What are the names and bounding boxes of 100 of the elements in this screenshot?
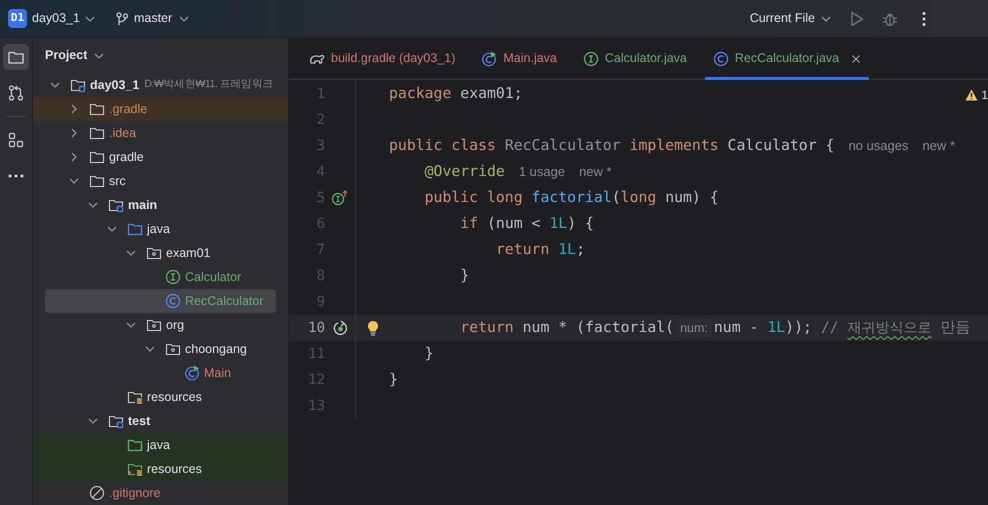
code-token: } [459,266,470,286]
tree-item[interactable]: .idea [45,121,276,145]
code-token: exam01; [460,84,523,104]
tree-item[interactable]: resources [45,385,276,409]
project-view-selector[interactable]: Project [33,38,106,73]
branch-selector[interactable]: master [116,9,190,28]
file-name: test [128,412,150,430]
file-name: main [128,196,158,214]
file-name: choongang [185,340,247,358]
structure-icon[interactable] [7,131,25,149]
file-name: gradle [109,148,144,166]
tool-window-button[interactable] [3,44,29,70]
debug-icon[interactable] [882,10,898,26]
source-folder-icon [127,221,143,237]
file-name: RecCalculator [185,292,264,310]
tree-item[interactable]: main [45,193,276,217]
main-class-icon [481,50,498,66]
module-folder-icon [108,413,124,429]
main-class-icon [184,365,200,381]
editor-tab[interactable]: build.gradle (day03_1) [301,38,464,79]
warning-indicator[interactable]: 1 [965,86,988,104]
lightbulb-icon[interactable] [366,320,378,336]
tree-item[interactable]: src [45,169,276,193]
tree-item[interactable]: day03_1 D:₩박세현₩11. 프레임워크 [45,73,288,97]
code-token: // [820,318,840,338]
project-path: D:₩박세현₩11. 프레임워크 [144,77,274,92]
code-token: (num < [487,214,542,234]
test-resources-folder-icon [127,461,143,477]
code-token: )); [785,318,813,338]
warning-icon [965,89,978,101]
file-name: Main [204,364,232,382]
parameter-hint: num: [676,318,712,338]
package-folder-icon [146,317,162,333]
code-token: Calculator { [728,136,834,156]
tree-item[interactable]: exam01 [45,241,276,265]
code-token: ( [612,188,621,208]
resources-folder-icon [127,389,143,405]
package-folder-icon [165,341,181,357]
file-name: .idea [109,124,136,142]
more-icon[interactable] [922,10,926,26]
code-token: return [459,318,515,338]
tree-item[interactable]: Calculator [45,265,276,289]
editor-tab[interactable]: RecCalculator.java [704,38,870,79]
file-name: java [147,436,170,454]
code-token: implements [630,136,720,156]
commit-icon[interactable] [7,84,25,102]
file-name: java [147,220,170,238]
tree-item[interactable]: choongang [45,337,276,361]
code-token: long [620,188,658,208]
tree-item[interactable]: java [45,217,276,241]
code-token: RecCalculator [504,136,622,156]
code-token: } [424,344,434,364]
code-token: if [459,214,480,234]
code-token: public long [424,188,524,208]
run-configuration-selector[interactable]: Current File [750,9,832,28]
code-hint: no usages [848,137,908,156]
code-hint: 1 usage [518,163,566,182]
tree-item[interactable]: .gitignore [45,481,276,505]
repository-selector[interactable]: day03_1 [32,9,96,28]
code-token: ; [576,240,586,260]
tree-item[interactable]: RecCalculator [45,289,276,313]
code-token: 1L [558,240,576,260]
tree-item[interactable]: org [45,313,276,337]
code-token: 만듬 [939,318,970,338]
ignore-file-icon [89,485,105,501]
code-token: } [389,370,398,390]
module-folder-icon [108,197,124,213]
class-icon [712,50,729,66]
code-token: return [494,240,550,260]
package-folder-icon [146,245,162,261]
code-token: num) { [665,188,719,208]
line-number: 10 [307,318,325,338]
file-name: exam01 [166,244,210,262]
code-hint: new * [922,137,955,156]
file-name: day03_1 [90,76,140,94]
tree-item[interactable]: gradle [45,145,276,169]
code-token: num - [714,318,760,338]
code-token: factorial [532,188,612,208]
code-comment: 재귀방식으로 [848,318,932,338]
file-name: Calculator [185,268,242,286]
file-name: resources [147,460,202,478]
code-token: num * (factorial( [522,318,674,338]
tree-item[interactable]: test [45,409,276,433]
run-icon[interactable] [850,10,864,26]
file-name: src [109,172,126,190]
close-icon[interactable] [851,54,862,64]
code-token: 1L [767,318,786,338]
folder-icon [89,149,105,165]
file-name: resources [147,388,202,406]
test-folder-icon [127,437,143,453]
folder-icon [89,101,105,117]
editor-tab[interactable]: Calculator.java [574,38,695,79]
implements-icon[interactable] [331,190,349,206]
tree-item[interactable]: Main [45,361,276,385]
file-name: .gradle [109,100,148,118]
code-token: @Override [424,162,505,182]
code-token: package [389,84,452,104]
editor-tab[interactable]: Main.java [473,38,565,79]
folder-icon [89,173,105,189]
code-hint: new * [579,163,612,182]
